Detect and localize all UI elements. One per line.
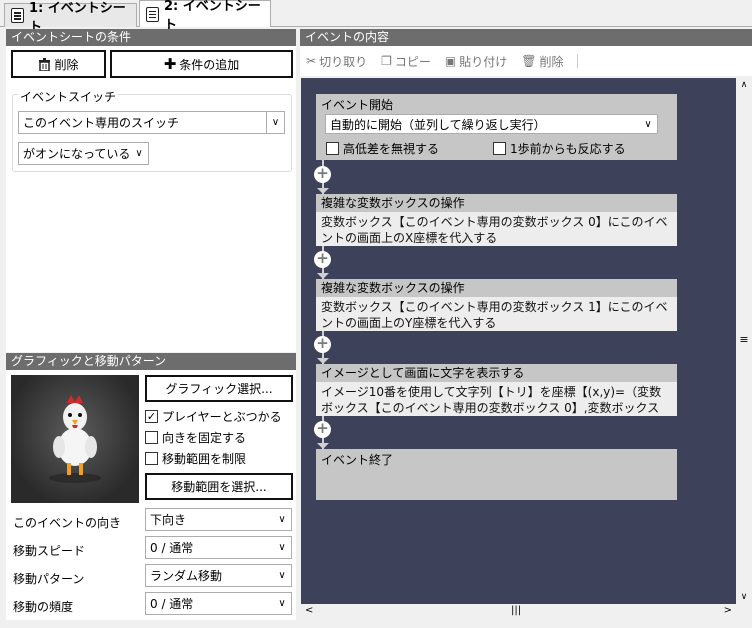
add-command-button[interactable]: + — [314, 166, 331, 183]
direction-select[interactable]: 下向き ∨ — [145, 508, 292, 531]
frequency-value: 0 / 通常 — [150, 597, 194, 611]
switch-state-value: がオンになっている — [23, 147, 131, 161]
ignore-height-label: 高低差を無視する — [343, 142, 440, 156]
cut-label: 切り取り — [319, 54, 368, 69]
command-body: 変数ボックス【このイベント専用の変数ボックス 0】にこのイベントの画面上のX座標… — [321, 215, 668, 245]
graphics-header: グラフィックと移動パターン — [6, 353, 296, 370]
direction-label: このイベントの向き — [13, 516, 122, 530]
fix-direction-label: 向きを固定する — [162, 431, 247, 445]
event-end-title: イベント終了 — [321, 453, 394, 467]
add-condition-button[interactable]: ✚ 条件の追加 — [110, 50, 293, 78]
content-toolbar: ✂ 切り取り ❐ コピー ▣ 貼り付け 🗑 削除 — [300, 46, 752, 76]
checkmark-icon: ✓ — [145, 410, 158, 423]
scroll-up-icon[interactable]: ∧ — [736, 78, 752, 92]
chevron-down-icon: ∨ — [278, 514, 286, 525]
delete-label: 削除 — [539, 54, 564, 69]
conditions-header: イベントシートの条件 — [6, 29, 296, 46]
switch-select-value: このイベント専用のスイッチ — [23, 116, 180, 130]
scroll-left-icon[interactable]: < — [305, 605, 313, 616]
checkbox-box — [493, 142, 506, 155]
chevron-down-icon: ∨ — [644, 118, 652, 130]
document-icon — [146, 6, 159, 22]
limit-range-label: 移動範囲を制限 — [162, 452, 247, 466]
content-header: イベントの内容 — [300, 29, 752, 46]
collide-with-player-checkbox[interactable]: ✓ プレイヤーとぶつかる — [145, 408, 282, 425]
command-block[interactable]: イメージとして画面に文字を表示する イメージ10番を使用して文字列【トリ】を座標… — [316, 364, 677, 416]
document-icon — [11, 8, 25, 23]
command-block[interactable]: 複雑な変数ボックスの操作 変数ボックス【このイベント専用の変数ボックス 1】にこ… — [316, 279, 677, 331]
frequency-label: 移動の頻度 — [13, 600, 74, 614]
react-one-step-checkbox[interactable]: 1歩前からも反応する — [493, 140, 626, 157]
copy-icon: ❐ — [381, 54, 392, 68]
vertical-scrollbar[interactable]: ∧ ≡ ∨ — [736, 78, 752, 604]
switch-state-select[interactable]: がオンになっている ∨ — [18, 142, 149, 165]
speed-select[interactable]: 0 / 通常 ∨ — [145, 536, 292, 559]
add-condition-label: 条件の追加 — [179, 57, 240, 72]
trigger-select[interactable]: 自動的に開始（並列して繰り返し実行） ∨ — [325, 114, 658, 134]
checkbox-box — [326, 142, 339, 155]
event-end-block[interactable]: イベント終了 — [316, 449, 677, 500]
command-title: 複雑な変数ボックスの操作 — [316, 279, 677, 297]
delete-button[interactable]: 🗑 削除 — [521, 53, 563, 70]
checkbox-box — [145, 452, 158, 465]
horizontal-scrollbar[interactable]: < ||| > — [301, 604, 736, 620]
fix-direction-checkbox[interactable]: 向きを固定する — [145, 429, 246, 446]
select-graphic-label: グラフィック選択... — [165, 382, 273, 396]
tab-event-sheet-2[interactable]: 2: イベントシート — [139, 0, 271, 33]
chevron-down-icon: ∨ — [266, 112, 284, 133]
select-range-label: 移動範囲を選択... — [171, 480, 267, 494]
chevron-down-icon: ∨ — [278, 542, 286, 553]
character-preview[interactable] — [11, 375, 139, 503]
copy-label: コピー — [394, 54, 431, 69]
plus-icon: ✚ — [163, 55, 177, 73]
copy-button[interactable]: ❐ コピー — [381, 53, 431, 70]
speed-label: 移動スピード — [13, 544, 86, 558]
paste-button[interactable]: ▣ 貼り付け — [445, 53, 507, 70]
toolbar-divider — [577, 54, 579, 68]
command-block[interactable]: 複雑な変数ボックスの操作 変数ボックス【このイベント専用の変数ボックス 0】にこ… — [316, 194, 677, 246]
event-start-block[interactable]: イベント開始 自動的に開始（並列して繰り返し実行） ∨ 高低差を無視する 1歩前か… — [316, 94, 677, 160]
add-command-button[interactable]: + — [314, 251, 331, 268]
command-title: イメージとして画面に文字を表示する — [316, 364, 677, 382]
cut-button[interactable]: ✂ 切り取り — [306, 53, 367, 70]
checkbox-box — [145, 431, 158, 444]
trash-icon: 🗑 — [521, 54, 537, 68]
switch-legend: イベントスイッチ — [18, 88, 119, 105]
pattern-label: 移動パターン — [13, 572, 85, 586]
add-command-button[interactable]: + — [314, 336, 331, 353]
chicken-sprite-icon — [49, 395, 101, 483]
command-body: 変数ボックス【このイベント専用の変数ボックス 1】にこのイベントの画面上のY座標… — [321, 300, 668, 330]
collide-label: プレイヤーとぶつかる — [162, 410, 282, 424]
ignore-height-checkbox[interactable]: 高低差を無視する — [326, 140, 439, 157]
delete-condition-button[interactable]: 削除 — [11, 50, 106, 78]
add-command-button[interactable]: + — [314, 421, 331, 438]
direction-value: 下向き — [150, 513, 187, 527]
switch-select[interactable]: このイベント専用のスイッチ ∨ — [18, 111, 285, 134]
scissors-icon: ✂ — [306, 54, 317, 68]
react-one-step-label: 1歩前からも反応する — [510, 142, 626, 156]
select-graphic-button[interactable]: グラフィック選択... — [145, 375, 293, 402]
speed-value: 0 / 通常 — [150, 541, 194, 555]
tab-event-sheet-1[interactable]: 1: イベントシート — [4, 1, 137, 35]
limit-range-checkbox[interactable]: 移動範囲を制限 — [145, 450, 246, 467]
scroll-grip-icon[interactable]: ≡ — [736, 333, 752, 346]
clipboard-icon: ▣ — [444, 54, 457, 68]
select-range-button[interactable]: 移動範囲を選択... — [145, 473, 293, 500]
chevron-down-icon: ∨ — [278, 598, 286, 609]
trash-icon — [39, 57, 51, 71]
paste-label: 貼り付け — [459, 54, 508, 69]
scroll-grip-icon[interactable]: ||| — [511, 605, 521, 616]
delete-label: 削除 — [54, 57, 79, 72]
frequency-select[interactable]: 0 / 通常 ∨ — [145, 592, 292, 615]
pattern-value: ランダム移動 — [150, 569, 223, 583]
chevron-down-icon: ∨ — [278, 570, 286, 581]
command-title: 複雑な変数ボックスの操作 — [316, 194, 677, 212]
event-start-title: イベント開始 — [321, 98, 394, 112]
pattern-select[interactable]: ランダム移動 ∨ — [145, 564, 292, 587]
trigger-value: 自動的に開始（並列して繰り返し実行） — [330, 117, 546, 132]
scroll-down-icon[interactable]: ∨ — [736, 592, 752, 602]
scroll-right-icon[interactable]: > — [724, 605, 732, 616]
chevron-down-icon: ∨ — [135, 148, 143, 159]
command-body: イメージ10番を使用して文字列【トリ】を座標【(x,y)=（変数ボックス【このイ… — [321, 385, 662, 415]
